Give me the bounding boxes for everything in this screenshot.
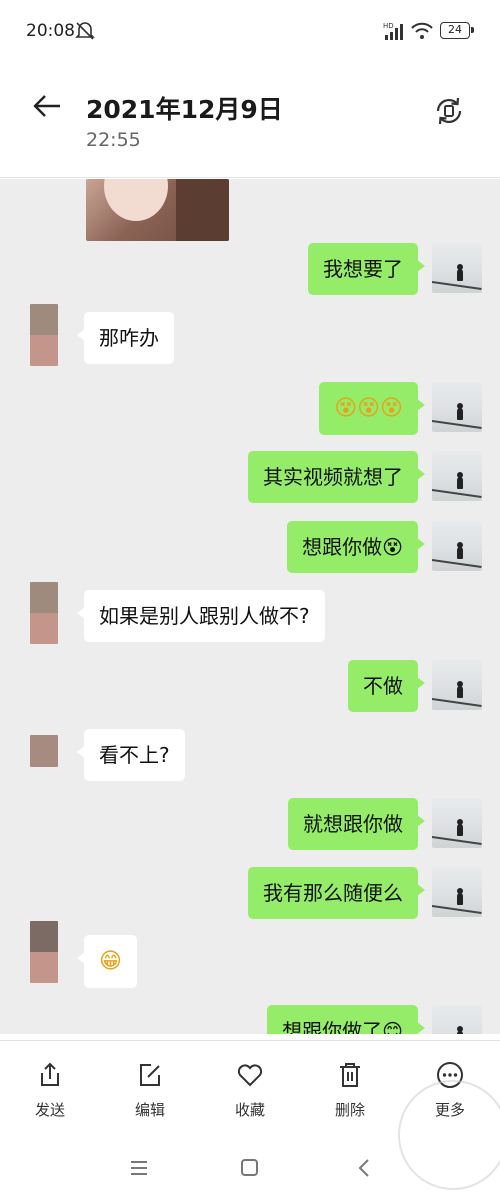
contact-message[interactable]: 看不上? <box>77 729 185 781</box>
nav-back-icon[interactable] <box>358 1159 370 1181</box>
conversation-header: 2021年12月9日 22:55 <box>0 62 500 178</box>
my-avatar[interactable] <box>432 243 482 293</box>
favorite-label: 收藏 <box>234 1101 265 1119</box>
wifi-icon <box>410 21 434 45</box>
delete-button[interactable]: 删除 <box>310 1059 390 1120</box>
page-title: 2021年12月9日 <box>86 95 283 124</box>
status-bar: 20:08 HD 24 <box>0 0 500 62</box>
send-button[interactable]: 发送 <box>10 1059 90 1120</box>
favorite-button[interactable]: 收藏 <box>210 1059 290 1120</box>
home-icon[interactable] <box>241 1159 258 1176</box>
signal-icon: HD <box>383 21 407 45</box>
my-message[interactable]: 想跟你做了😊 <box>267 1005 425 1034</box>
share-icon <box>10 1059 90 1091</box>
my-avatar[interactable] <box>432 1005 482 1034</box>
edit-button[interactable]: 编辑 <box>110 1059 190 1120</box>
my-avatar[interactable] <box>432 382 482 432</box>
my-avatar[interactable] <box>432 451 482 501</box>
my-message[interactable]: 不做 <box>348 660 425 712</box>
edit-icon <box>110 1059 190 1091</box>
contact-avatar[interactable] <box>30 921 58 983</box>
send-label: 发送 <box>34 1101 65 1119</box>
contact-message[interactable]: 那咋办 <box>77 312 174 364</box>
my-avatar[interactable] <box>432 521 482 571</box>
edit-label: 编辑 <box>134 1101 165 1119</box>
back-arrow-icon[interactable] <box>32 94 62 122</box>
trash-icon <box>310 1059 390 1091</box>
battery-indicator: 24 <box>440 22 474 39</box>
dizzy-face-emoji: 😵😵😵 <box>334 396 403 421</box>
my-message[interactable]: 😵😵😵 <box>319 382 425 435</box>
my-message[interactable]: 就想跟你做 <box>288 798 425 850</box>
my-message[interactable]: 想跟你做😵 <box>287 521 425 573</box>
mute-icon <box>74 21 96 45</box>
my-avatar[interactable] <box>432 660 482 710</box>
rotate-icon[interactable] <box>432 94 466 132</box>
my-avatar[interactable] <box>432 867 482 917</box>
shared-photo[interactable] <box>86 179 229 241</box>
delete-label: 删除 <box>334 1101 365 1119</box>
contact-message[interactable]: 😁 <box>77 935 137 988</box>
contact-avatar[interactable] <box>30 304 58 366</box>
status-time: 20:08 <box>26 21 75 41</box>
my-avatar[interactable] <box>432 798 482 848</box>
page-subtitle: 22:55 <box>86 129 141 151</box>
my-message[interactable]: 我想要了 <box>308 243 425 295</box>
recent-apps-icon[interactable] <box>130 1160 148 1180</box>
heart-icon <box>210 1059 290 1091</box>
contact-message[interactable]: 如果是别人跟别人做不? <box>77 590 325 642</box>
my-message[interactable]: 其实视频就想了 <box>248 451 425 503</box>
contact-avatar[interactable] <box>30 735 58 767</box>
chat-area[interactable]: 我想要了 那咋办 😵😵😵 其实视频就想了 想跟你做😵 如果是别人跟别人做不? 不… <box>0 179 500 1034</box>
contact-avatar[interactable] <box>30 582 58 644</box>
grinning-face-emoji: 😁 <box>99 949 122 974</box>
my-message[interactable]: 我有那么随便么 <box>248 867 425 919</box>
svg-text:HD: HD <box>383 22 394 30</box>
